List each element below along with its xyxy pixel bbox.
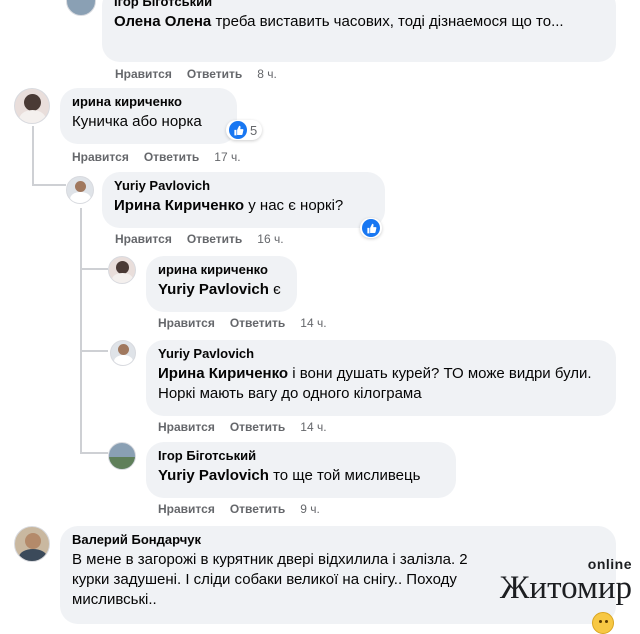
mention[interactable]: Олена Олена (114, 13, 211, 30)
comment-body: треба виставить часових, тоді дізнаемося… (215, 13, 564, 30)
comment-text: Олена Олена треба виставить часових, тод… (114, 12, 604, 32)
thread-line (32, 126, 34, 186)
comment-text: Yuriy Pavlovich є (158, 280, 285, 300)
avatar[interactable] (66, 176, 94, 204)
comment-body: то ще той мисливець (273, 467, 421, 484)
comment-bubble: ирина кириченко Yuriy Pavlovich є (146, 256, 297, 312)
thread-line (32, 184, 66, 186)
mention[interactable]: Yuriy Pavlovich (158, 281, 269, 298)
reaction-number: 5 (250, 122, 258, 138)
comment-bubble: Yuriy Pavlovich Ирина Кириченко і вони д… (146, 340, 616, 416)
like-thumb-icon (229, 121, 247, 139)
comment-author[interactable]: Yuriy Pavlovich (114, 178, 373, 194)
like-thumb-icon (362, 219, 380, 237)
comment-bubble: Ігор Біготський Олена Олена треба вистав… (102, 0, 616, 62)
comment-body: є (273, 281, 281, 298)
thread-line (80, 452, 108, 454)
comment-author[interactable]: Ігор Біготський (114, 0, 604, 10)
reply-button[interactable]: Ответить (230, 419, 285, 435)
comment-text: В мене в загорожі в курятник двері відхи… (72, 551, 468, 608)
comment-actions: Нравится Ответить 16 ч. (115, 231, 299, 247)
like-button[interactable]: Нравится (72, 149, 129, 165)
reply-button[interactable]: Ответить (144, 149, 199, 165)
comment-bubble: Yuriy Pavlovich Ирина Кириченко у нас є … (102, 172, 385, 228)
timestamp[interactable]: 9 ч. (300, 501, 320, 517)
comment-author[interactable]: Валерий Бондарчук (72, 532, 604, 548)
thread-line (80, 208, 82, 453)
avatar[interactable] (108, 442, 136, 470)
avatar[interactable] (14, 88, 50, 124)
comment-actions: Нравится Ответить 14 ч. (158, 419, 342, 435)
like-button[interactable]: Нравится (158, 315, 215, 331)
reaction-count[interactable]: 5 (226, 120, 262, 140)
reply-button[interactable]: Ответить (187, 231, 242, 247)
comment-actions: Нравится Ответить 8 ч. (115, 66, 292, 82)
watermark-name: Житомир (499, 570, 632, 606)
like-button[interactable]: Нравится (158, 419, 215, 435)
comment-author[interactable]: Yuriy Pavlovich (158, 346, 604, 362)
avatar[interactable] (66, 0, 96, 16)
timestamp[interactable]: 14 ч. (300, 315, 326, 331)
timestamp[interactable]: 14 ч. (300, 419, 326, 435)
avatar[interactable] (108, 256, 136, 284)
timestamp[interactable]: 8 ч. (257, 66, 277, 82)
avatar[interactable] (110, 340, 136, 366)
reply-button[interactable]: Ответить (230, 315, 285, 331)
mention[interactable]: Yuriy Pavlovich (158, 467, 269, 484)
comment-author[interactable]: Ігор Біготський (158, 448, 444, 464)
comment-author[interactable]: ирина кириченко (72, 94, 225, 110)
thread-line (80, 350, 108, 352)
watermark-online: online (587, 556, 632, 572)
timestamp[interactable]: 17 ч. (214, 149, 240, 165)
comment-actions: Нравится Ответить 9 ч. (158, 501, 335, 517)
emoji-smile-icon (592, 612, 614, 634)
comment-text: Yuriy Pavlovich то ще той мисливець (158, 466, 444, 486)
comment-bubble: ирина кириченко Куничка або норка (60, 88, 237, 144)
like-button[interactable]: Нравится (115, 66, 172, 82)
comment-text: Куничка або норка (72, 113, 202, 130)
comment-text: Ирина Кириченко і вони душать курей? ТО … (158, 364, 604, 404)
comment-actions: Нравится Ответить 14 ч. (158, 315, 342, 331)
mention[interactable]: Ирина Кириченко (114, 197, 244, 214)
like-button[interactable]: Нравится (115, 231, 172, 247)
avatar[interactable] (14, 526, 50, 562)
reaction-button[interactable] (360, 218, 382, 238)
reply-button[interactable]: Ответить (187, 66, 242, 82)
mention[interactable]: Ирина Кириченко (158, 365, 288, 382)
like-button[interactable]: Нравится (158, 501, 215, 517)
reply-button[interactable]: Ответить (230, 501, 285, 517)
thread-line (80, 268, 108, 270)
comment-author[interactable]: ирина кириченко (158, 262, 285, 278)
comment-bubble: Ігор Біготський Yuriy Pavlovich то ще то… (146, 442, 456, 498)
comment-text: Ирина Кириченко у нас є норкі? (114, 196, 373, 216)
comment-actions: Нравится Ответить 17 ч. (72, 149, 256, 165)
timestamp[interactable]: 16 ч. (257, 231, 283, 247)
comment-body: у нас є норкі? (248, 197, 344, 214)
site-watermark-logo: online Житомир (500, 557, 632, 605)
